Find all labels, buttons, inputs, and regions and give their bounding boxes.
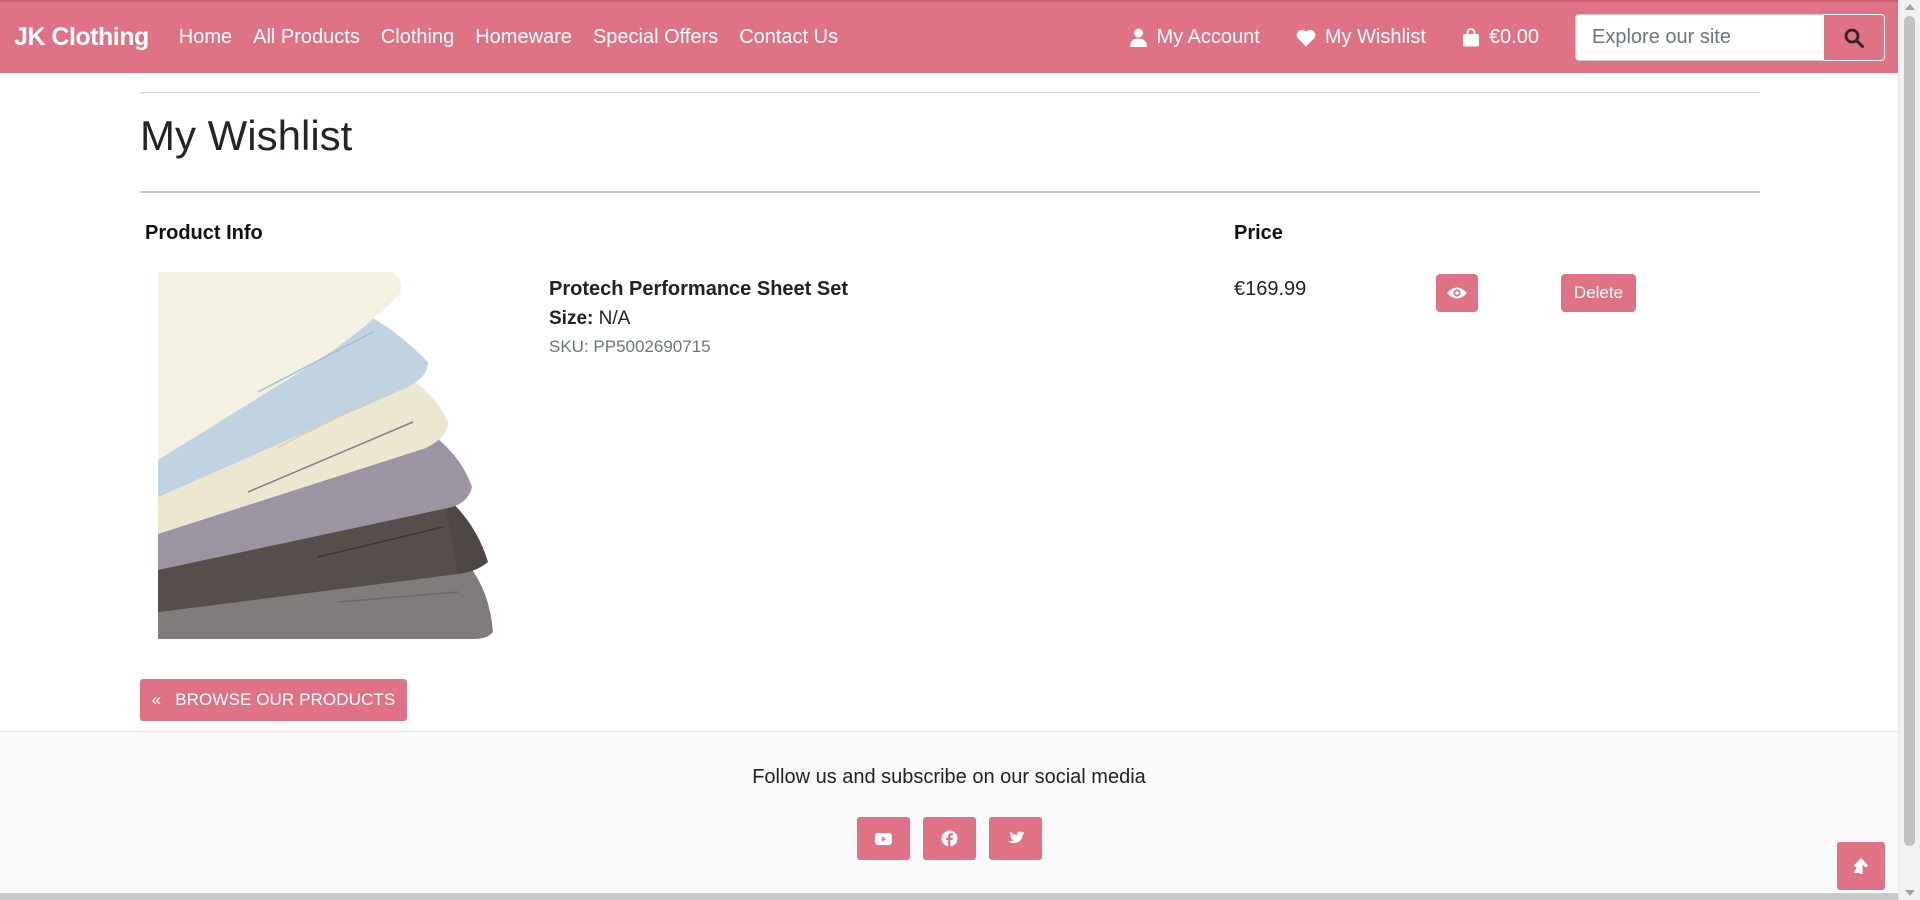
scroll-down-arrow-icon[interactable]: [1905, 890, 1915, 896]
youtube-button[interactable]: [857, 817, 910, 860]
nav-special-offers[interactable]: Special Offers: [593, 26, 718, 49]
product-name[interactable]: Protech Performance Sheet Set: [549, 278, 848, 301]
cart-total: €0.00: [1488, 26, 1539, 48]
footer: Follow us and subscribe on our social me…: [0, 731, 1898, 900]
footer-text: Follow us and subscribe on our social me…: [752, 766, 1146, 788]
my-account-label: My Account: [1156, 26, 1260, 48]
search-button[interactable]: [1823, 14, 1885, 61]
facebook-button[interactable]: [923, 817, 976, 860]
horizontal-scrollbar[interactable]: [0, 893, 1898, 900]
title-divider: [140, 191, 1760, 193]
view-product-button[interactable]: [1436, 274, 1478, 312]
page-title: My Wishlist: [140, 112, 353, 159]
nav-right: My Account My Wishlist €0.00: [1130, 14, 1885, 61]
product-size: Size: N/A: [549, 308, 630, 330]
heart-icon: [1296, 29, 1316, 46]
browse-products-button[interactable]: « BROWSE OUR PRODUCTS: [140, 679, 407, 721]
nav-clothing[interactable]: Clothing: [381, 26, 454, 49]
product-image[interactable]: [158, 272, 493, 639]
twitter-icon: [1007, 831, 1024, 843]
brand-logo[interactable]: JK Clothing: [14, 23, 149, 52]
delete-button[interactable]: Delete: [1561, 274, 1636, 312]
size-label: Size:: [549, 308, 594, 329]
cart-link[interactable]: €0.00: [1462, 26, 1539, 49]
column-header-price: Price: [1234, 222, 1283, 244]
double-chevron-left-icon: «: [151, 690, 162, 709]
social-links: [857, 817, 1055, 860]
back-to-top-button[interactable]: [1837, 842, 1885, 890]
twitter-button[interactable]: [989, 817, 1042, 860]
arrow-up-icon: [1854, 858, 1868, 874]
youtube-icon: [875, 832, 892, 845]
column-header-product-info: Product Info: [145, 222, 263, 244]
vertical-scrollbar[interactable]: [1898, 0, 1920, 900]
shopping-bag-icon: [1462, 28, 1479, 47]
top-divider: [140, 92, 1760, 93]
scroll-up-arrow-icon[interactable]: [1905, 4, 1915, 10]
nav-homeware[interactable]: Homeware: [475, 26, 572, 49]
product-price: €169.99: [1234, 278, 1307, 300]
browse-products-label: BROWSE OUR PRODUCTS: [175, 690, 396, 709]
user-icon: [1130, 28, 1148, 47]
my-account-link[interactable]: My Account: [1130, 26, 1260, 49]
my-wishlist-link[interactable]: My Wishlist: [1296, 26, 1426, 49]
site-search: [1575, 14, 1885, 61]
nav-contact-us[interactable]: Contact Us: [739, 26, 838, 49]
facebook-icon: [941, 830, 958, 847]
top-navbar: JK Clothing Home All Products Clothing H…: [0, 0, 1898, 73]
product-sku: SKU: PP5002690715: [549, 337, 711, 356]
nav-all-products[interactable]: All Products: [253, 26, 360, 49]
scrollbar-thumb[interactable]: [1904, 16, 1915, 846]
size-value: N/A: [598, 308, 631, 329]
main-nav: Home All Products Clothing Homeware Spec…: [179, 26, 859, 49]
search-input[interactable]: [1575, 14, 1823, 61]
eye-icon: [1447, 287, 1467, 299]
nav-home[interactable]: Home: [179, 26, 232, 49]
my-wishlist-label: My Wishlist: [1324, 26, 1426, 48]
search-icon: [1844, 28, 1864, 48]
